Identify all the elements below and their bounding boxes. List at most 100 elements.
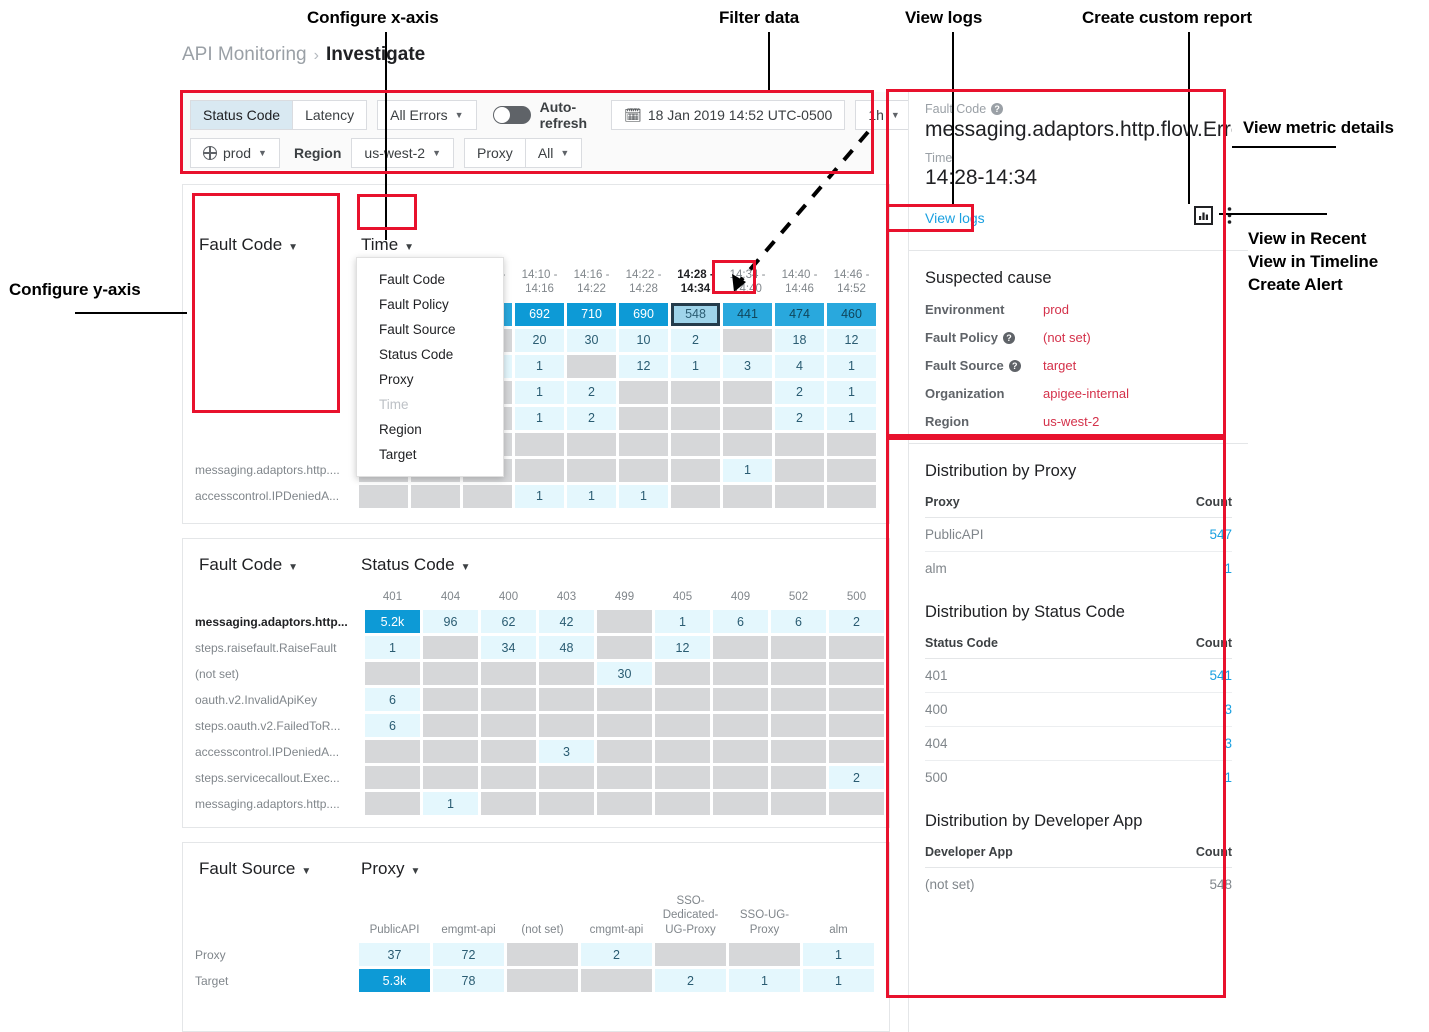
heatmap-cell[interactable]: 6: [771, 610, 826, 634]
heatmap-cell[interactable]: [619, 458, 668, 482]
heatmap-cell[interactable]: [515, 458, 564, 482]
heatmap-cell[interactable]: [655, 714, 710, 738]
heatmap-cell[interactable]: [827, 432, 876, 456]
heatmap-cell[interactable]: 1: [515, 354, 564, 378]
x-axis-dropdown-2[interactable]: Status Code ▼: [361, 555, 470, 575]
heatmap-cell[interactable]: 2: [567, 406, 616, 430]
heatmap-cell[interactable]: [567, 432, 616, 456]
heatmap-cell[interactable]: [671, 406, 720, 430]
distribution-row-count[interactable]: 1: [1115, 552, 1232, 586]
heatmap-cell[interactable]: 1: [655, 610, 710, 634]
heatmap-grid-3[interactable]: PublicAPI emgmt-api (not set) cmgmt-api SSO-…: [191, 891, 877, 995]
heatmap-cell[interactable]: [539, 662, 594, 686]
heatmap-cell[interactable]: 474: [775, 302, 824, 326]
distribution-row-count[interactable]: 3: [1130, 692, 1232, 728]
heatmap-cell[interactable]: [481, 792, 536, 816]
help-icon[interactable]: ?: [1002, 331, 1015, 344]
x-axis-dropdown-3[interactable]: Proxy ▼: [361, 859, 420, 879]
heatmap-cell[interactable]: 690: [619, 302, 668, 326]
heatmap-cell[interactable]: [481, 740, 536, 764]
heatmap-cell[interactable]: [365, 662, 420, 686]
help-icon[interactable]: ?: [991, 103, 1004, 115]
heatmap-cell[interactable]: [723, 328, 772, 352]
heatmap-cell[interactable]: [713, 688, 768, 712]
heatmap-cell[interactable]: 6: [365, 714, 420, 738]
heatmap-cell[interactable]: [829, 636, 884, 660]
heatmap-cell[interactable]: 78: [433, 969, 504, 993]
heatmap-cell[interactable]: 12: [827, 328, 876, 352]
heatmap-cell[interactable]: 1: [619, 484, 668, 508]
x-axis-dropdown-1[interactable]: Time ▼: [361, 235, 414, 255]
tab-latency[interactable]: Latency: [292, 100, 368, 130]
heatmap-cell[interactable]: [771, 792, 826, 816]
heatmap-cell[interactable]: [481, 688, 536, 712]
heatmap-cell[interactable]: 5.3k: [359, 969, 430, 993]
heatmap-cell[interactable]: 5.2k: [365, 610, 420, 634]
heatmap-cell[interactable]: [655, 662, 710, 686]
help-icon[interactable]: ?: [1008, 359, 1021, 372]
distribution-row-count[interactable]: 547: [1114, 517, 1232, 553]
heatmap-cell[interactable]: 12: [619, 354, 668, 378]
heatmap-cell[interactable]: [775, 458, 824, 482]
heatmap-cell[interactable]: [507, 969, 578, 993]
breadcrumb-root[interactable]: API Monitoring: [182, 44, 307, 65]
heatmap-cell[interactable]: [423, 662, 478, 686]
heatmap-cell[interactable]: 2: [655, 969, 726, 993]
heatmap-grid-1[interactable]: 13:52 -13:5813:58 -14:0414:04 -14:1014:1…: [191, 265, 879, 511]
heatmap-cell[interactable]: 710: [567, 302, 616, 326]
heatmap-cell[interactable]: [775, 432, 824, 456]
heatmap-cell[interactable]: 6: [365, 688, 420, 712]
heatmap-cell[interactable]: 1: [803, 943, 874, 967]
heatmap-cell[interactable]: [567, 458, 616, 482]
heatmap-cell[interactable]: [365, 766, 420, 790]
proxy-dropdown[interactable]: All ▼: [524, 138, 583, 168]
heatmap-cell[interactable]: [539, 714, 594, 738]
heatmap-cell[interactable]: 1: [515, 406, 564, 430]
heatmap-cell[interactable]: [423, 714, 478, 738]
y-axis-menu-item-region[interactable]: Region: [357, 417, 503, 442]
heatmap-cell[interactable]: [539, 766, 594, 790]
heatmap-cell[interactable]: [597, 688, 652, 712]
heatmap-cell[interactable]: [581, 969, 652, 993]
interval-dropdown[interactable]: 1h ▼: [855, 100, 913, 130]
heatmap-cell[interactable]: [723, 432, 772, 456]
heatmap-cell[interactable]: 30: [597, 662, 652, 686]
heatmap-cell[interactable]: 2: [671, 328, 720, 352]
heatmap-cell[interactable]: [539, 792, 594, 816]
bar-chart-icon[interactable]: [1194, 206, 1213, 230]
heatmap-cell[interactable]: 1: [723, 458, 772, 482]
heatmap-cell[interactable]: [567, 354, 616, 378]
heatmap-cell[interactable]: 1: [365, 636, 420, 660]
region-dropdown[interactable]: us-west-2 ▼: [351, 138, 455, 168]
y-axis-dropdown-1[interactable]: Fault Code ▼: [199, 235, 298, 255]
heatmap-cell[interactable]: [775, 484, 824, 508]
heatmap-cell[interactable]: 1: [515, 484, 564, 508]
heatmap-cell[interactable]: [411, 484, 460, 508]
heatmap-cell[interactable]: [619, 432, 668, 456]
heatmap-cell[interactable]: [515, 432, 564, 456]
heatmap-cell[interactable]: 6: [713, 610, 768, 634]
heatmap-cell[interactable]: [597, 792, 652, 816]
heatmap-cell[interactable]: [539, 688, 594, 712]
heatmap-cell[interactable]: 62: [481, 610, 536, 634]
heatmap-cell[interactable]: 18: [775, 328, 824, 352]
heatmap-cell[interactable]: [729, 943, 800, 967]
all-errors-dropdown[interactable]: All Errors ▼: [377, 100, 477, 130]
heatmap-cell[interactable]: [655, 792, 710, 816]
heatmap-cell[interactable]: [713, 792, 768, 816]
heatmap-cell[interactable]: 1: [729, 969, 800, 993]
heatmap-cell[interactable]: 1: [827, 380, 876, 404]
heatmap-cell[interactable]: 2: [829, 610, 884, 634]
heatmap-cell[interactable]: [655, 766, 710, 790]
y-axis-menu[interactable]: Fault Code Fault Policy Fault Source Status…: [356, 257, 504, 477]
heatmap-cell[interactable]: [619, 406, 668, 430]
heatmap-cell[interactable]: [423, 636, 478, 660]
heatmap-cell[interactable]: [713, 740, 768, 764]
heatmap-grid-2[interactable]: 401 404 400 403 499 405 409 502 500 messaging.ada…: [191, 587, 887, 818]
heatmap-cell[interactable]: 460: [827, 302, 876, 326]
heatmap-cell[interactable]: [771, 688, 826, 712]
heatmap-cell[interactable]: [723, 406, 772, 430]
heatmap-cell[interactable]: 2: [567, 380, 616, 404]
heatmap-cell[interactable]: 34: [481, 636, 536, 660]
heatmap-cell[interactable]: 20: [515, 328, 564, 352]
